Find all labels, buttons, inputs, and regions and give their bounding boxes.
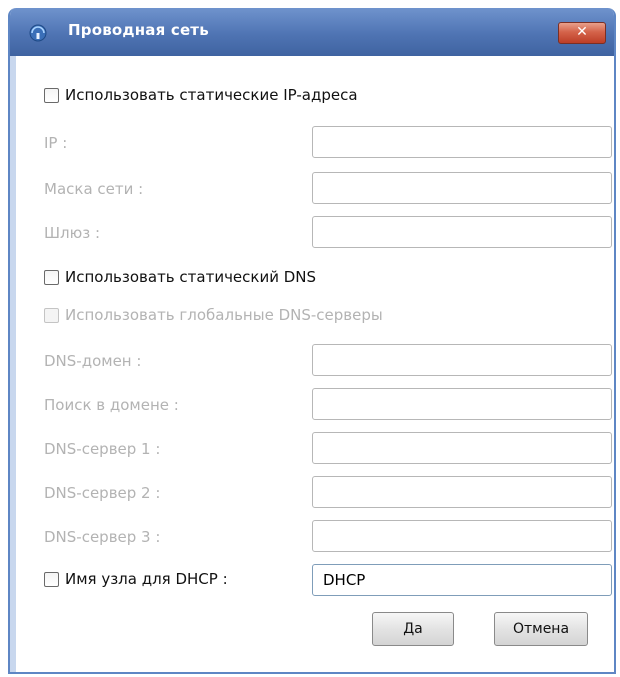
- dns-server-3-label: DNS-сервер 3 :: [44, 528, 161, 546]
- dns-server-2-field[interactable]: [312, 476, 612, 508]
- static-dns-checkbox-box[interactable]: [44, 269, 59, 285]
- gateway-label: Шлюз :: [44, 224, 101, 242]
- dns-server-1-label: DNS-сервер 1 :: [44, 440, 161, 458]
- dns-server-3-field[interactable]: [312, 520, 612, 552]
- dhcp-hostname-checkbox[interactable]: Имя узла для DHCP :: [44, 570, 228, 588]
- domain-search-label: Поиск в домене :: [44, 396, 179, 414]
- gateway-field[interactable]: [312, 216, 612, 248]
- static-dns-checkbox-label: Использовать статический DNS: [65, 268, 317, 286]
- dns-server-2-label: DNS-сервер 2 :: [44, 484, 161, 502]
- title-bar[interactable]: Проводная сеть ✕: [10, 8, 614, 56]
- static-ip-checkbox-label: Использовать статические IP-адреса: [65, 86, 358, 104]
- wired-network-dialog: Проводная сеть ✕ Использовать статически…: [8, 8, 616, 674]
- ip-label: IP :: [44, 134, 68, 152]
- static-dns-checkbox[interactable]: Использовать статический DNS: [44, 268, 316, 286]
- wired-network-icon: [29, 24, 47, 42]
- ok-button[interactable]: Да: [372, 612, 454, 646]
- dhcp-hostname-checkbox-box[interactable]: [44, 571, 59, 587]
- global-dns-checkbox[interactable]: Использовать глобальные DNS-серверы: [44, 306, 383, 324]
- dns-domain-label: DNS-домен :: [44, 352, 142, 370]
- netmask-label: Маска сети :: [44, 180, 144, 198]
- dns-domain-field[interactable]: [312, 344, 612, 376]
- dhcp-hostname-field[interactable]: [312, 564, 612, 596]
- close-button[interactable]: ✕: [558, 22, 606, 44]
- static-ip-checkbox-box[interactable]: [44, 87, 59, 103]
- window-left-border: [10, 56, 16, 672]
- domain-search-field[interactable]: [312, 388, 612, 420]
- netmask-field[interactable]: [312, 172, 612, 204]
- window-title: Проводная сеть: [68, 21, 209, 39]
- static-ip-checkbox[interactable]: Использовать статические IP-адреса: [44, 86, 358, 104]
- cancel-button[interactable]: Отмена: [494, 612, 588, 646]
- global-dns-checkbox-box[interactable]: [44, 307, 59, 323]
- ip-field[interactable]: [312, 126, 612, 158]
- dialog-body: Использовать статические IP-адреса IP : …: [18, 56, 614, 672]
- dns-server-1-field[interactable]: [312, 432, 612, 464]
- dhcp-hostname-checkbox-label: Имя узла для DHCP :: [65, 570, 228, 588]
- global-dns-checkbox-label: Использовать глобальные DNS-серверы: [65, 306, 383, 324]
